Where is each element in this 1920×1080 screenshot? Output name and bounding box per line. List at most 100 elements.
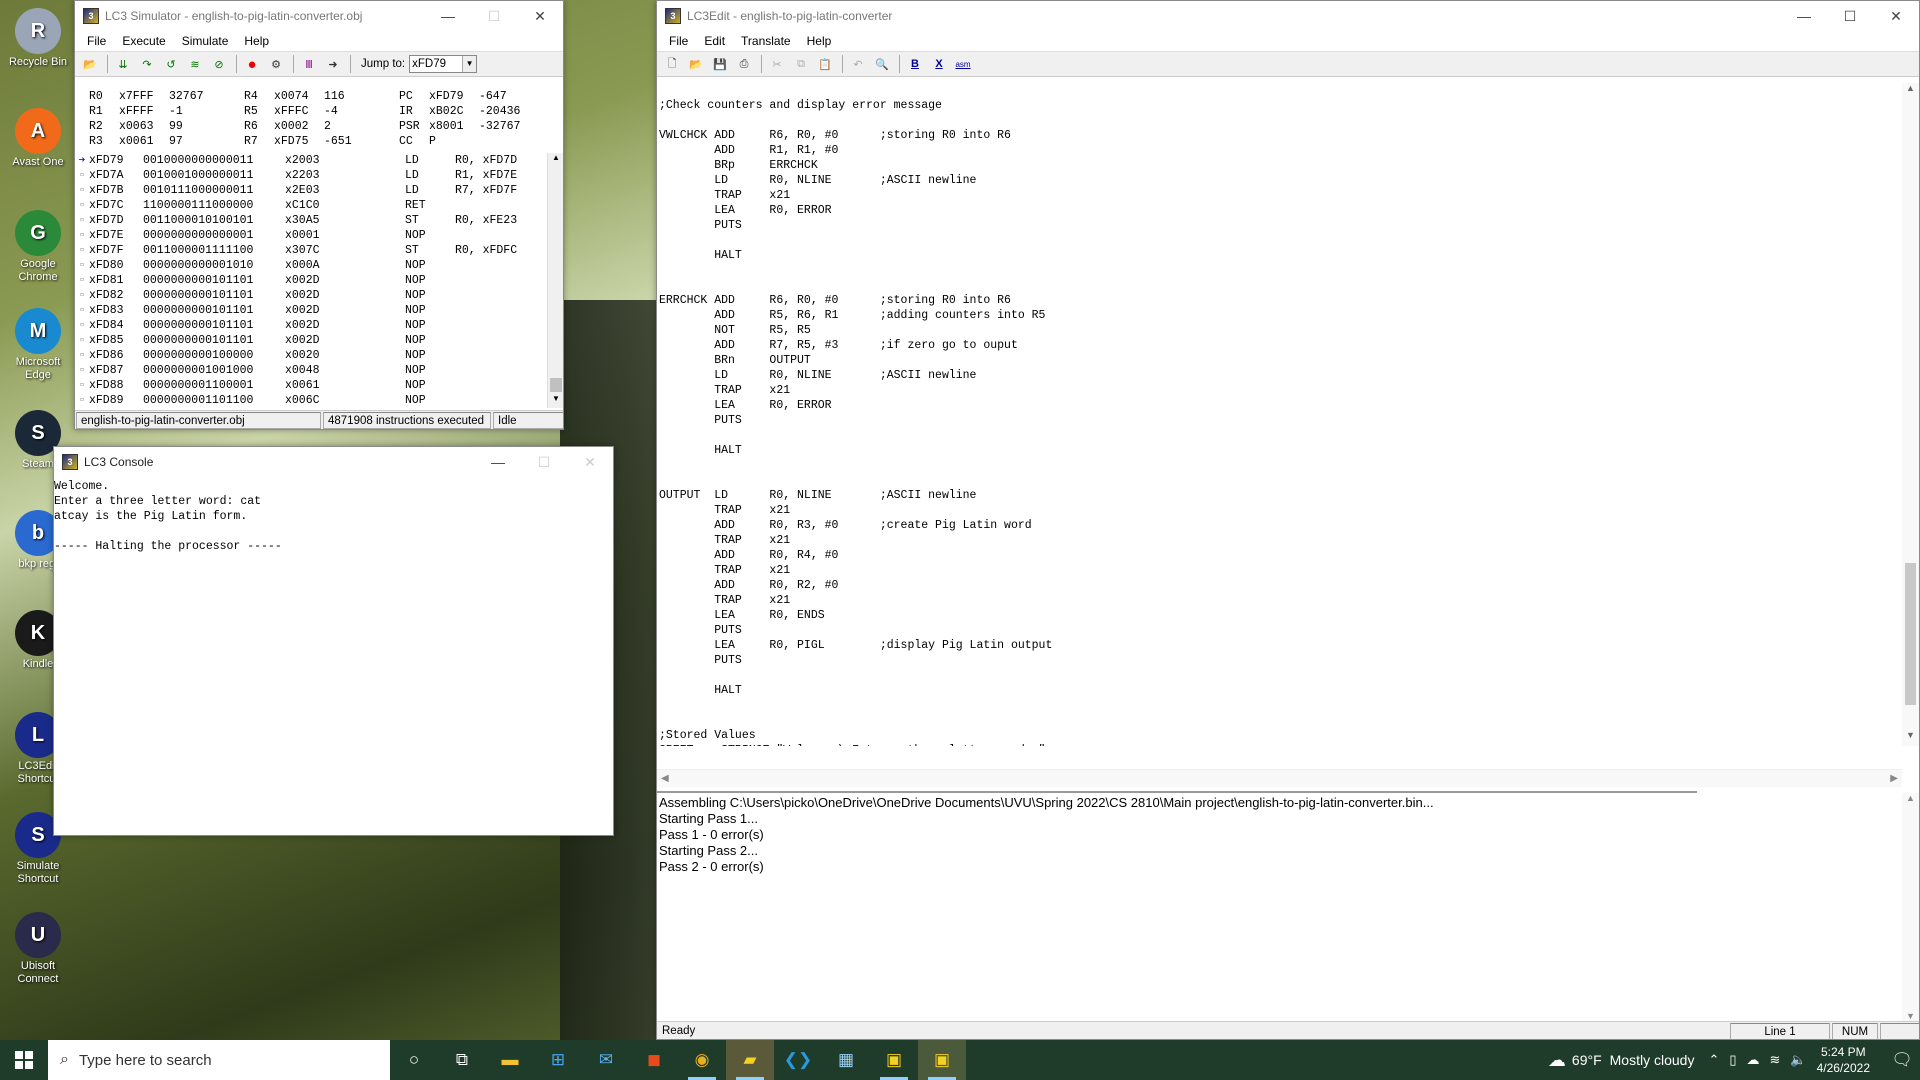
register-r1[interactable]: R1 xFFFF -1 — [83, 104, 229, 119]
onedrive-icon[interactable]: ☁ — [1747, 1052, 1760, 1068]
breakpoint-marker-icon[interactable]: ▫ — [75, 363, 89, 378]
memory-row[interactable]: ▫ xFD84 0000000000101101 x002D NOP — [75, 318, 563, 333]
memory-row[interactable]: ▫ xFD88 0000000001100001 x0061 NOP — [75, 378, 563, 393]
menu-simulate[interactable]: Simulate — [174, 34, 237, 48]
breakpoint-marker-icon[interactable]: ▫ — [75, 288, 89, 303]
open-icon[interactable]: 📂 — [685, 54, 707, 74]
breakpoint-marker-icon[interactable]: ▫ — [75, 318, 89, 333]
paste-icon[interactable]: 📋 — [814, 54, 836, 74]
register-psr[interactable]: PSR x8001 -32767 — [393, 119, 539, 134]
memory-list[interactable]: ➔ xFD79 0010000000000011 x2003 LD R0, xFD7D ▫ x… — [75, 153, 563, 408]
breakpoint-marker-icon[interactable]: ▫ — [75, 243, 89, 258]
breakpoint-marker-icon[interactable]: ▫ — [75, 393, 89, 408]
notification-icon[interactable]: 🗨 — [1884, 1040, 1920, 1080]
minimize-button[interactable]: — — [425, 1, 471, 31]
console-output[interactable]: Welcome. Enter a three letter word: cat at… — [54, 477, 613, 835]
menu-edit[interactable]: Edit — [696, 34, 733, 48]
breakpoint-marker-icon[interactable]: ▫ — [75, 303, 89, 318]
close-button[interactable]: ✕ — [567, 447, 613, 477]
memory-row[interactable]: ▫ xFD86 0000000000100000 x0020 NOP — [75, 348, 563, 363]
minimize-button[interactable]: — — [475, 447, 521, 477]
save-icon[interactable]: 💾 — [709, 54, 731, 74]
close-button[interactable]: ✕ — [517, 1, 563, 31]
desktop-icon-1[interactable]: A Avast One — [4, 108, 72, 169]
file-explorer-icon[interactable]: ▬ — [486, 1040, 534, 1080]
scroll-down-icon[interactable]: ▼ — [1902, 730, 1919, 746]
lc3-edit-taskbar-icon[interactable]: ▣ — [918, 1040, 966, 1080]
scroll-up-icon[interactable]: ▲ — [1902, 83, 1919, 99]
cortana-icon[interactable]: ○ — [390, 1040, 438, 1080]
minimize-button[interactable]: — — [1781, 1, 1827, 31]
find-icon[interactable]: 🔍 — [871, 54, 893, 74]
chrome-taskbar-icon[interactable]: ◉ — [678, 1040, 726, 1080]
weather-widget[interactable]: ☁ 69°F Mostly cloudy — [1548, 1050, 1695, 1071]
sticky-notes-icon[interactable]: ▰ — [726, 1040, 774, 1080]
build-output[interactable]: Assembling C:\Users\picko\OneDrive\OneDr… — [657, 791, 1697, 1021]
memory-row[interactable]: ▫ xFD83 0000000000101101 x002D NOP — [75, 303, 563, 318]
jump-to-combobox[interactable]: xFD79 ▼ — [409, 55, 478, 73]
undo-icon[interactable]: ↶ — [847, 54, 869, 74]
code-editor[interactable]: ;Check counters and display error messag… — [657, 83, 1697, 746]
breakpoint-list-icon[interactable]: ⚙ — [265, 54, 287, 74]
print-icon[interactable]: ⎙ — [733, 54, 755, 74]
console-titlebar[interactable]: 3 LC3 Console — ☐ ✕ — [54, 447, 613, 477]
editor-titlebar[interactable]: 3 LC3Edit - english-to-pig-latin-convert… — [657, 1, 1919, 31]
jump-arrow-icon[interactable]: ➜ — [322, 54, 344, 74]
scroll-thumb[interactable] — [550, 378, 562, 392]
register-r6[interactable]: R6 x0002 2 — [238, 119, 384, 134]
menu-file[interactable]: File — [79, 34, 114, 48]
breakpoint-marker-icon[interactable]: ▫ — [75, 168, 89, 183]
breakpoint-marker-icon[interactable]: ▫ — [75, 258, 89, 273]
breakpoint-marker-icon[interactable]: ▫ — [75, 348, 89, 363]
memory-row[interactable]: ▫ xFD89 0000000001101100 x006C NOP — [75, 393, 563, 408]
wifi-icon[interactable]: ≋ — [1770, 1052, 1781, 1068]
editor-scrollbar[interactable]: ▲ ▼ — [1902, 83, 1919, 746]
register-r5[interactable]: R5 xFFFC -4 — [238, 104, 384, 119]
chevron-down-icon[interactable]: ▼ — [462, 56, 477, 72]
scroll-thumb[interactable] — [1905, 563, 1916, 705]
memory-row[interactable]: ➔ xFD79 0010000000000011 x2003 LD R0, xFD7D — [75, 153, 563, 168]
memory-row[interactable]: ▫ xFD7B 0010111000000011 x2E03 LD R7, xFD7F — [75, 183, 563, 198]
volume-icon[interactable]: 🔈 — [1790, 1052, 1806, 1068]
lc3-simulator-taskbar-icon[interactable]: ▣ — [870, 1040, 918, 1080]
simulator-titlebar[interactable]: 3 LC3 Simulator - english-to-pig-latin-c… — [75, 1, 563, 31]
breakpoint-marker-icon[interactable]: ▫ — [75, 273, 89, 288]
memory-row[interactable]: ▫ xFD7D 0011000010100101 x30A5 ST R0, xFE23 — [75, 213, 563, 228]
editor-hscrollbar[interactable]: ◀ ▶ — [657, 769, 1902, 787]
calculator-icon[interactable]: ▦ — [822, 1040, 870, 1080]
step-over-icon[interactable]: ↷ — [136, 54, 158, 74]
register-cc[interactable]: CC P — [393, 134, 539, 149]
desktop-icon-2[interactable]: G Google Chrome — [4, 210, 72, 284]
register-pc[interactable]: PC xFD79 -647 — [393, 89, 539, 104]
memory-icon[interactable]: Ⅲ — [298, 54, 320, 74]
breakpoint-marker-icon[interactable]: ▫ — [75, 183, 89, 198]
chevron-up-icon[interactable]: ⌃ — [1708, 1052, 1719, 1068]
register-r0[interactable]: R0 x7FFF 32767 — [83, 89, 229, 104]
scroll-down-icon[interactable]: ▼ — [1902, 1011, 1919, 1021]
breakpoint-marker-icon[interactable]: ▫ — [75, 213, 89, 228]
vscode-icon[interactable]: ❮❯ — [774, 1040, 822, 1080]
breakpoint-marker-icon[interactable]: ▫ — [75, 333, 89, 348]
mail-icon[interactable]: ✉ — [582, 1040, 630, 1080]
scroll-left-icon[interactable]: ◀ — [661, 773, 669, 784]
memory-row[interactable]: ▫ xFD81 0000000000101101 x002D NOP — [75, 273, 563, 288]
memory-row[interactable]: ▫ xFD7E 0000000000000001 x0001 NOP — [75, 228, 563, 243]
open-icon[interactable]: 📂 — [79, 54, 101, 74]
maximize-button[interactable]: ☐ — [521, 447, 567, 477]
maximize-button[interactable]: ☐ — [471, 1, 517, 31]
menu-file[interactable]: File — [661, 34, 696, 48]
desktop-icon-3[interactable]: M Microsoft Edge — [4, 308, 72, 382]
assemble-asm-icon[interactable]: asm — [952, 54, 974, 74]
memory-row[interactable]: ▫ xFD87 0000000001001000 x0048 NOP — [75, 363, 563, 378]
task-view-icon[interactable]: ⧉ — [438, 1040, 486, 1080]
cut-icon[interactable]: ✂ — [766, 54, 788, 74]
assemble-x-icon[interactable]: X — [928, 54, 950, 74]
breakpoint-marker-icon[interactable]: ▫ — [75, 228, 89, 243]
menu-help[interactable]: Help — [236, 34, 277, 48]
menu-help[interactable]: Help — [799, 34, 840, 48]
menu-execute[interactable]: Execute — [114, 34, 173, 48]
memory-row[interactable]: ▫ xFD7C 1100000111000000 xC1C0 RET — [75, 198, 563, 213]
memory-row[interactable]: ▫ xFD7A 0010001000000011 x2203 LD R1, xFD7E — [75, 168, 563, 183]
breakpoint-marker-icon[interactable]: ▫ — [75, 378, 89, 393]
desktop-icon-0[interactable]: R Recycle Bin — [4, 8, 72, 69]
